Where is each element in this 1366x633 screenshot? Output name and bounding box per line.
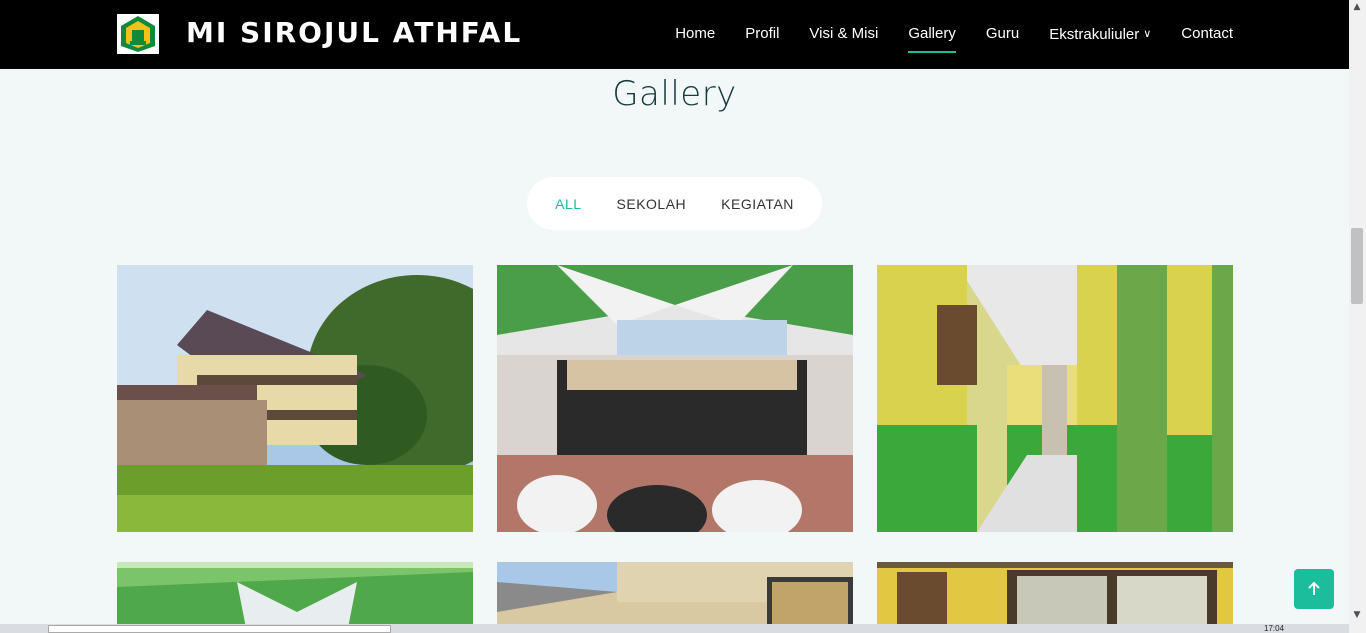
- logo-icon: [121, 16, 155, 52]
- gallery-item-decorated-tent[interactable]: [117, 562, 473, 633]
- gallery-filter: ALL SEKOLAH KEGIATAN: [527, 177, 822, 230]
- nav-guru[interactable]: Guru: [986, 24, 1019, 45]
- taskbar-clock: 17:04: [1264, 624, 1285, 633]
- photo-decorated-tent: [117, 562, 473, 633]
- gallery-item-classroom-roof[interactable]: [497, 562, 853, 633]
- gallery-item-corridor[interactable]: [877, 265, 1233, 532]
- photo-classroom-window: [877, 562, 1233, 633]
- photo-corridor: [877, 265, 1233, 532]
- gallery-item-school-building[interactable]: [117, 265, 473, 532]
- back-to-top-button[interactable]: [1294, 569, 1334, 609]
- nav-contact[interactable]: Contact: [1181, 24, 1233, 45]
- arrow-up-icon: [1308, 581, 1320, 595]
- filter-all[interactable]: ALL: [555, 196, 581, 212]
- chevron-down-icon: ∨: [1143, 28, 1152, 40]
- nav-profil[interactable]: Profil: [745, 24, 779, 45]
- gallery-item-group-event[interactable]: [497, 265, 853, 532]
- main-nav: Home Profil Visi & Misi Gallery Guru Eks…: [645, 24, 1233, 53]
- photo-classroom-roof: [497, 562, 853, 633]
- site-brand[interactable]: MI SIROJUL ATHFAL: [186, 14, 522, 52]
- filter-kegiatan[interactable]: KEGIATAN: [721, 196, 794, 212]
- nav-home[interactable]: Home: [675, 24, 715, 45]
- nav-gallery[interactable]: Gallery: [908, 24, 956, 53]
- nav-ekstrakuliuler-label: Ekstrakuliuler: [1049, 26, 1140, 43]
- nav-visi-misi[interactable]: Visi & Misi: [809, 24, 878, 45]
- taskbar-search-input[interactable]: [48, 625, 391, 633]
- school-logo[interactable]: [117, 14, 159, 54]
- scrollbar-thumb[interactable]: [1351, 228, 1363, 304]
- scroll-up-icon[interactable]: ▲: [1352, 2, 1362, 12]
- page-title: Gallery: [612, 74, 737, 114]
- scroll-down-icon[interactable]: ▼: [1352, 610, 1362, 620]
- gallery-item-classroom-window[interactable]: [877, 562, 1233, 633]
- photo-school-building: [117, 265, 473, 532]
- photo-group-event: [497, 265, 853, 532]
- filter-sekolah[interactable]: SEKOLAH: [617, 196, 687, 212]
- nav-ekstrakuliuler[interactable]: Ekstrakuliuler ∨: [1049, 24, 1151, 45]
- page-scrollbar[interactable]: [1349, 0, 1366, 633]
- site-header: MI SIROJUL ATHFAL Home Profil Visi & Mis…: [0, 0, 1349, 69]
